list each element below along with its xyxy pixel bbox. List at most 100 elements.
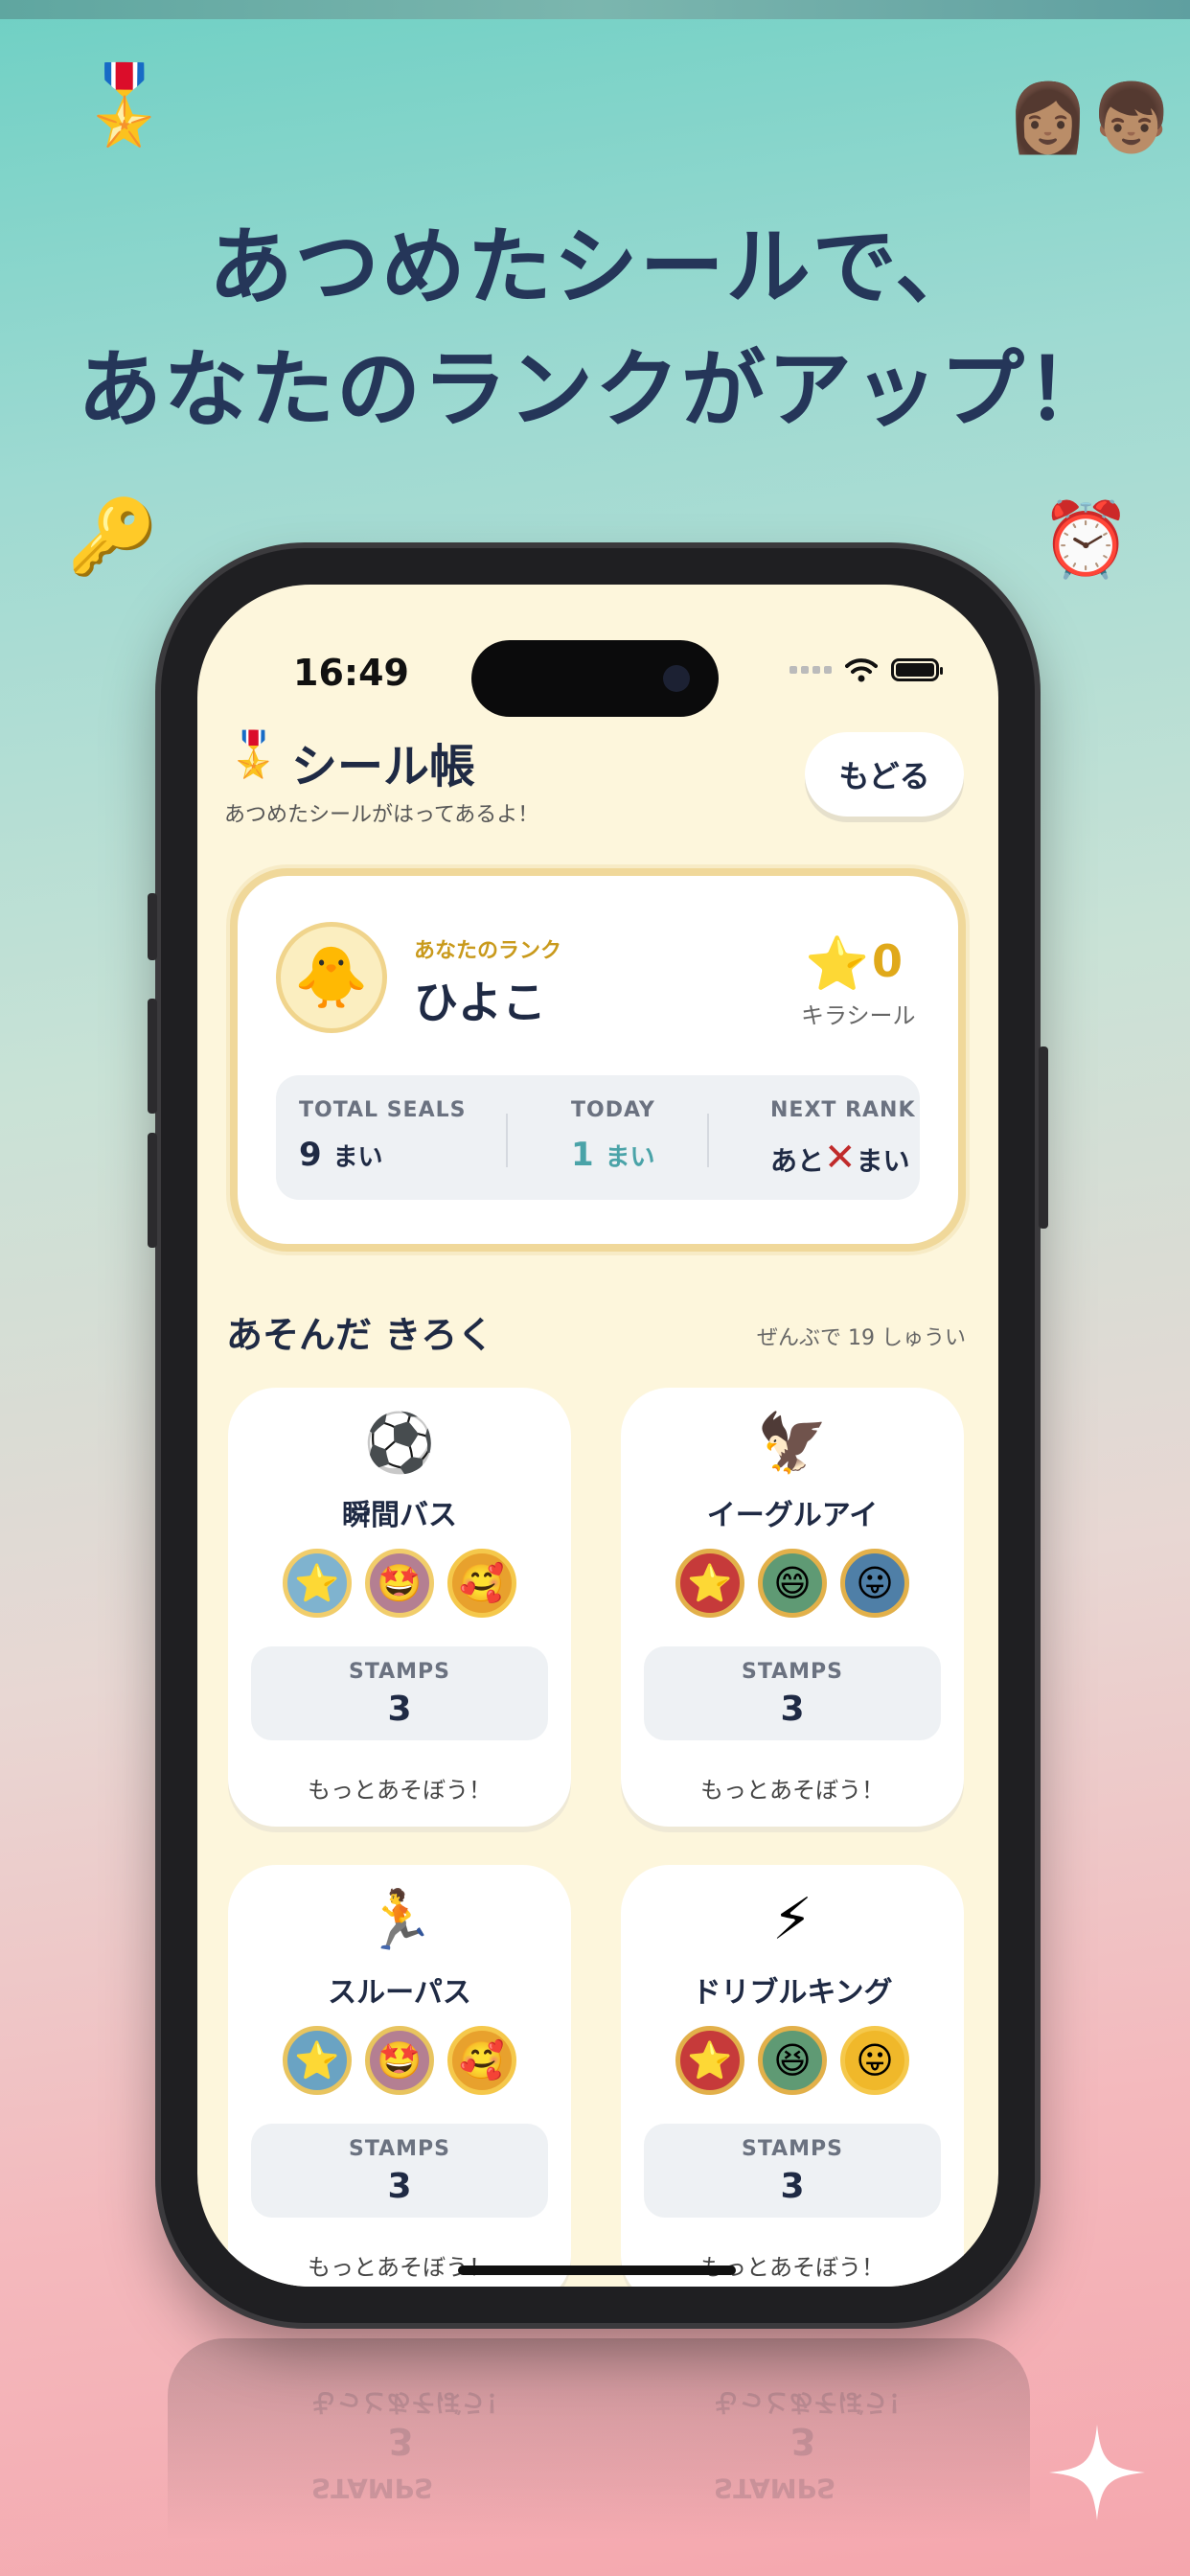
stat-today-label: TODAY (571, 1098, 655, 1122)
phone-mute-button (148, 893, 157, 960)
rank-card: 🐥 あなたのランク ひよこ ⭐ 0 キラシール TOTAL SEALS 9 まい… (230, 868, 966, 1252)
camera-icon (663, 665, 690, 692)
tongue-seal-icon: 😛 (840, 1549, 909, 1618)
grinning-seal-icon: 😄 (758, 1549, 827, 1618)
stat-today: TODAY 1 まい (571, 1098, 655, 1174)
game-name: 瞬間バス (342, 1499, 457, 1532)
status-icons (790, 657, 943, 682)
game-card-eagle-eye[interactable]: 🦅 イーグルアイ ⭐ 😄 😛 STAMPS 3 もっとあそぼう！ (621, 1388, 964, 1827)
stamps-label: STAMPS (741, 1660, 844, 1684)
stamps-panel: STAMPS 3 (251, 1646, 548, 1740)
key-decoration: 🔑 (67, 494, 158, 579)
kira-seal-label: キラシール (801, 1002, 916, 1029)
star-seal-icon: ⭐ (675, 2026, 744, 2095)
medal-icon: 🎖️ (226, 728, 282, 780)
section-title: あそんだ きろく (226, 1314, 494, 1356)
stat-divider (707, 1114, 709, 1167)
seal-row: ⭐ 🤩 🥰 (228, 1549, 571, 1618)
family-decoration: 👩🏽‍👦🏽 (1006, 79, 1174, 157)
stat-total-value: 9 (299, 1136, 322, 1174)
medal-decoration: 🎖️ (77, 60, 172, 150)
stamps-panel: STAMPS 3 (251, 2124, 548, 2218)
alarm-clock-decoration: ⏰ (1041, 496, 1132, 582)
stat-next-prefix: あと (770, 1145, 825, 1177)
chick-avatar: 🐥 (276, 922, 387, 1033)
top-strip (0, 0, 1190, 19)
stamps-value: 3 (387, 1690, 412, 1729)
reflection-stamps-right: STAMPS (714, 2472, 836, 2504)
section-count: ぜんぶで 19 しゅうい (757, 1326, 966, 1350)
star-seal-icon: ⭐ (675, 1549, 744, 1618)
lightning-icon: ⚡ (771, 1886, 813, 1953)
battery-icon (891, 658, 943, 681)
star-seal-icon: ⭐ (283, 1549, 352, 1618)
runner-icon: 🏃 (363, 1887, 436, 1954)
stat-total-label: TOTAL SEALS (299, 1098, 467, 1122)
stat-next-unit: まい (856, 1145, 910, 1177)
reflection-footer-left: もっとあそぼう！ (311, 2387, 512, 2416)
reflection-stamps-left: STAMPS (311, 2472, 434, 2504)
game-name: スルーパス (328, 1976, 471, 2010)
cross-icon: ✕ (824, 1136, 857, 1180)
stamps-panel: STAMPS 3 (644, 2124, 941, 2218)
page-title: シール帳 (291, 740, 476, 794)
back-button[interactable]: もどる (805, 732, 964, 816)
star-eyes-seal-icon: 🤩 (365, 1549, 434, 1618)
signal-icon (790, 666, 832, 674)
stats-panel: TOTAL SEALS 9 まい TODAY 1 まい NEXT RANK あと… (276, 1075, 920, 1200)
stamps-value: 3 (780, 1690, 805, 1729)
reflection-value-left: 3 (388, 2420, 414, 2462)
promo-headline: あつめたシールで、 あなたのランクがアップ！ (0, 206, 1190, 451)
seal-row: ⭐ 🤩 🥰 (228, 2026, 571, 2095)
dynamic-island (471, 640, 719, 717)
phone-power-button (1039, 1046, 1048, 1229)
rank-name: ひよこ (414, 977, 546, 1028)
stamps-value: 3 (780, 2167, 805, 2206)
stat-next-label: NEXT RANK (770, 1098, 916, 1122)
rank-label: あなたのランク (414, 939, 562, 963)
game-card-through-pass[interactable]: 🏃 スルーパス ⭐ 🤩 🥰 STAMPS 3 もっとあそぼう！ (228, 1865, 571, 2287)
wifi-icon (845, 658, 878, 682)
stamps-label: STAMPS (741, 2137, 844, 2161)
star-icon: ⭐ (805, 933, 870, 994)
game-name: イーグルアイ (706, 1499, 879, 1532)
stat-today-value: 1 (571, 1136, 594, 1174)
star-eyes-seal-icon: 🤩 (365, 2026, 434, 2095)
game-card-moment-pass[interactable]: ⚽ 瞬間バス ⭐ 🤩 🥰 STAMPS 3 もっとあそぼう！ (228, 1388, 571, 1827)
smiling-hearts-seal-icon: 🥰 (447, 2026, 516, 2095)
stat-next-rank: NEXT RANK あと✕まい (770, 1098, 916, 1180)
phone-volume-up-button (148, 999, 157, 1114)
stamps-value: 3 (387, 2167, 412, 2206)
app-screen: 16:49 🎖️ シール帳 あつめたシールがはってあるよ！ もどる 🐥 あなたの… (197, 585, 998, 2287)
play-more-text: もっとあそぼう！ (700, 1777, 884, 1804)
stat-divider (506, 1114, 508, 1167)
eagle-icon: 🦅 (756, 1410, 829, 1477)
kira-seal-count: 0 (872, 935, 904, 987)
headline-line-1: あつめたシールで、 (208, 218, 982, 316)
stamps-panel: STAMPS 3 (644, 1646, 941, 1740)
tongue-seal-icon: 😛 (840, 2026, 909, 2095)
sparkle-icon (1049, 2425, 1145, 2520)
soccer-ball-icon: ⚽ (363, 1410, 436, 1477)
status-time: 16:49 (293, 652, 409, 694)
stat-total: TOTAL SEALS 9 まい (299, 1098, 466, 1174)
stat-today-unit: まい (605, 1143, 655, 1172)
home-indicator[interactable] (458, 2266, 736, 2275)
smiling-hearts-seal-icon: 🥰 (447, 1549, 516, 1618)
star-seal-icon: ⭐ (283, 2026, 352, 2095)
stamps-label: STAMPS (348, 1660, 451, 1684)
reflection-footer-right: もっとあそぼう！ (714, 2387, 914, 2416)
seal-row: ⭐ 😆 😛 (621, 2026, 964, 2095)
stat-total-unit: まい (332, 1143, 383, 1172)
phone-volume-down-button (148, 1133, 157, 1248)
stamps-label: STAMPS (348, 2137, 451, 2161)
seal-row: ⭐ 😄 😛 (621, 1549, 964, 1618)
game-name: ドリブルキング (692, 1976, 893, 2010)
phone-reflection: STAMPS STAMPS もっとあそぼう！ もっとあそぼう！ 3 3 (168, 2338, 1030, 2576)
page-subtitle: あつめたシールがはってあるよ！ (224, 803, 539, 827)
game-card-dribble-king[interactable]: ⚡ ドリブルキング ⭐ 😆 😛 STAMPS 3 もっとあそぼう！ (621, 1865, 964, 2287)
reflection-value-right: 3 (790, 2420, 816, 2462)
laughing-seal-icon: 😆 (758, 2026, 827, 2095)
headline-line-2: あなたのランクがアップ！ (77, 340, 1112, 439)
phone-frame: 16:49 🎖️ シール帳 あつめたシールがはってあるよ！ もどる 🐥 あなたの… (148, 548, 1048, 2323)
